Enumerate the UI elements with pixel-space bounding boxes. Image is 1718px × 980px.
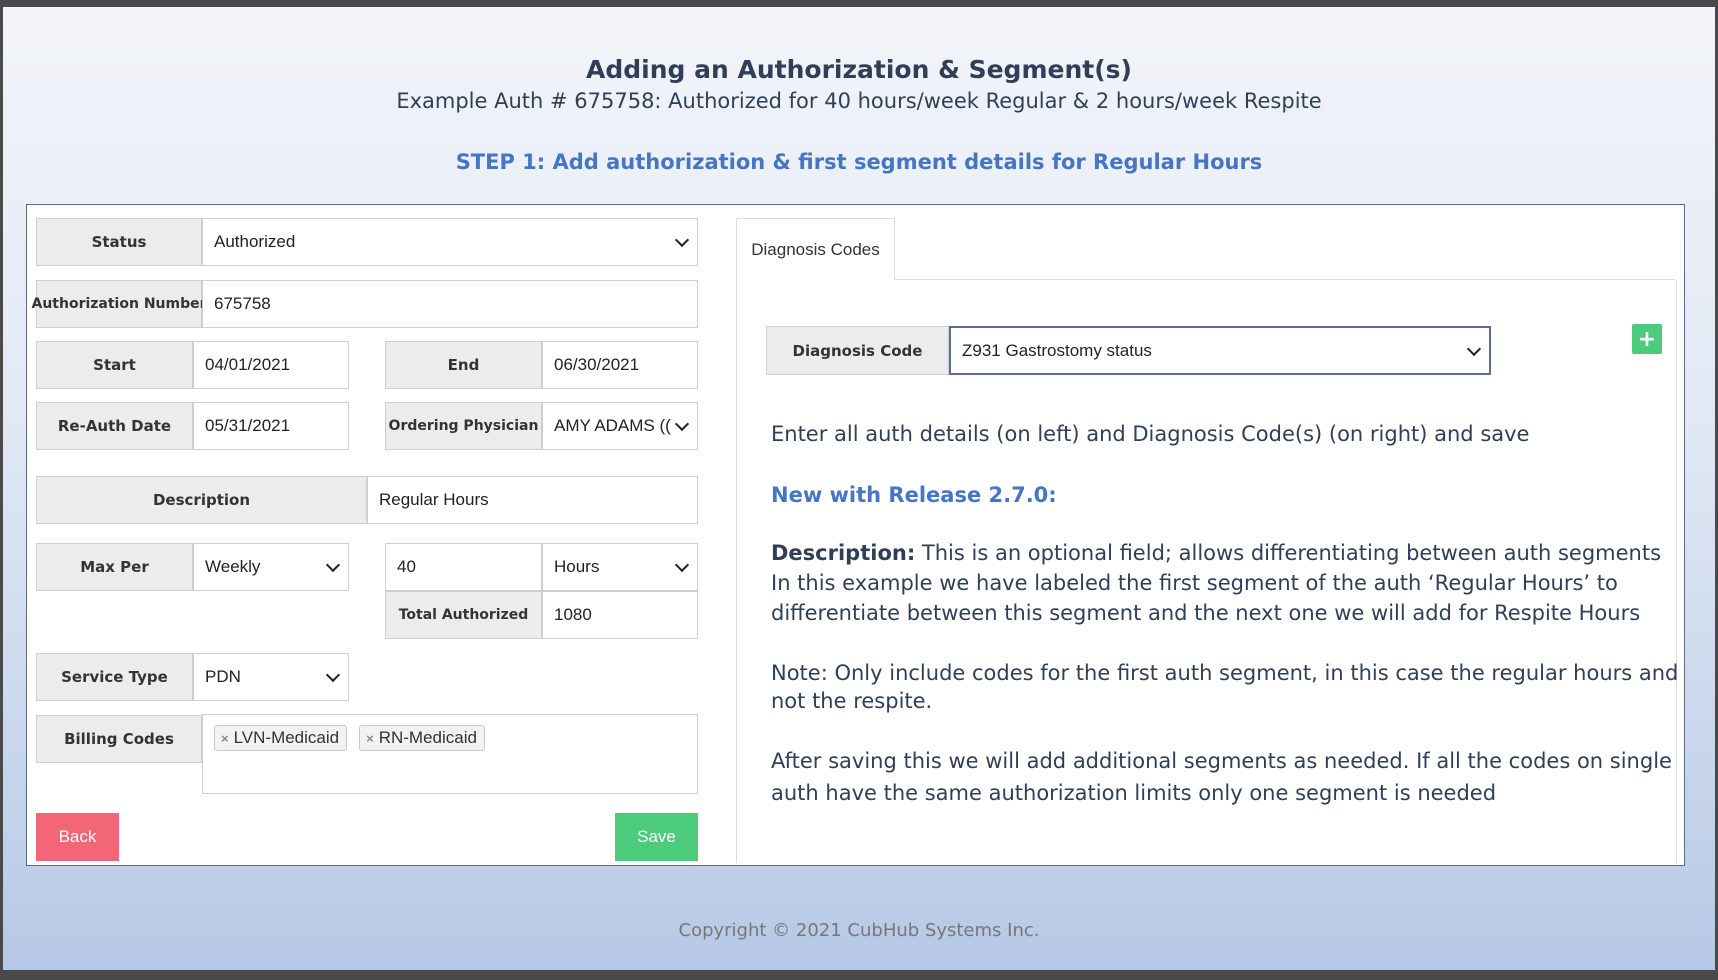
tab-diagnosis-codes[interactable]: Diagnosis Codes — [736, 218, 895, 280]
billing-code-text: RN-Medicaid — [378, 728, 477, 747]
description-note-line: differentiate between this segment and t… — [771, 601, 1641, 625]
after-saving-line: auth have the same authorization limits … — [771, 781, 1497, 805]
physician-value: AMY ADAMS (( — [554, 416, 671, 435]
max-unit-value: Hours — [554, 557, 600, 576]
status-select[interactable]: Authorized — [202, 218, 698, 266]
max-amount-input[interactable]: 40 — [385, 543, 542, 591]
diagnosis-code-select[interactable]: Z931 Gastrostomy status — [949, 326, 1491, 375]
billing-codes-input[interactable]: × LVN-Medicaid × RN-Medicaid — [202, 714, 698, 794]
add-diagnosis-button[interactable]: + — [1632, 324, 1662, 354]
page-title: Adding an Authorization & Segment(s) — [586, 55, 1132, 84]
billing-code-chip[interactable]: × LVN-Medicaid — [214, 725, 348, 751]
end-label: End — [385, 341, 542, 389]
step-heading: STEP 1: Add authorization & first segmen… — [455, 150, 1263, 174]
diagnosis-code-label: Diagnosis Code — [766, 326, 949, 375]
max-unit-select[interactable]: Hours — [542, 543, 698, 591]
physician-label: Ordering Physician — [385, 402, 542, 450]
back-button[interactable]: Back — [36, 813, 119, 861]
billing-code-chip[interactable]: × RN-Medicaid — [359, 725, 485, 751]
status-label: Status — [36, 218, 202, 266]
diagnosis-code-value: Z931 Gastrostomy status — [962, 340, 1152, 360]
chevron-down-icon — [1466, 341, 1482, 356]
chevron-down-icon — [325, 667, 341, 683]
page-subtitle: Example Auth # 675758: Authorized for 40… — [396, 89, 1322, 113]
chevron-down-icon — [674, 232, 690, 248]
save-button[interactable]: Save — [615, 813, 698, 861]
max-per-label: Max Per — [36, 543, 193, 591]
tab-divider — [895, 279, 1675, 280]
reauth-label: Re-Auth Date — [36, 402, 193, 450]
description-note-rest: This is an optional field; allows differ… — [915, 541, 1662, 565]
auth-number-input[interactable]: 675758 — [202, 280, 698, 328]
remove-icon[interactable]: × — [221, 731, 229, 746]
billing-codes-label: Billing Codes — [36, 715, 202, 763]
note-line: Note: Only include codes for the first a… — [771, 661, 1679, 685]
description-input[interactable]: Regular Hours — [367, 476, 698, 524]
copyright: Copyright © 2021 CubHub Systems Inc. — [678, 920, 1040, 941]
start-label: Start — [36, 341, 193, 389]
max-per-value: Weekly — [205, 557, 261, 576]
description-label: Description — [36, 476, 367, 524]
chevron-down-icon — [325, 557, 341, 573]
service-type-label: Service Type — [36, 653, 193, 701]
instruction-text: Enter all auth details (on left) and Dia… — [771, 422, 1530, 446]
release-heading: New with Release 2.7.0: — [771, 483, 1057, 507]
chevron-down-icon — [674, 557, 690, 573]
max-per-select[interactable]: Weekly — [193, 543, 349, 591]
description-note: Description: This is an optional field; … — [771, 538, 1661, 568]
note-line: not the respite. — [771, 689, 933, 713]
after-saving-line: After saving this we will add additional… — [771, 749, 1672, 773]
description-note-line: In this example we have labeled the firs… — [771, 571, 1618, 595]
chevron-down-icon — [674, 416, 690, 432]
start-date-input[interactable]: 04/01/2021 — [193, 341, 349, 389]
service-type-value: PDN — [205, 667, 241, 686]
reauth-date-input[interactable]: 05/31/2021 — [193, 402, 349, 450]
status-value: Authorized — [214, 232, 296, 251]
remove-icon[interactable]: × — [366, 731, 374, 746]
description-note-bold: Description: — [771, 541, 916, 565]
total-authorized-value: 1080 — [542, 591, 698, 639]
service-type-select[interactable]: PDN — [193, 653, 349, 701]
physician-select[interactable]: AMY ADAMS (( — [542, 402, 698, 450]
auth-number-label: Authorization Number — [31, 280, 207, 328]
total-authorized-label: Total Authorized — [385, 591, 542, 639]
end-date-input[interactable]: 06/30/2021 — [542, 341, 698, 389]
billing-code-text: LVN-Medicaid — [233, 728, 340, 747]
